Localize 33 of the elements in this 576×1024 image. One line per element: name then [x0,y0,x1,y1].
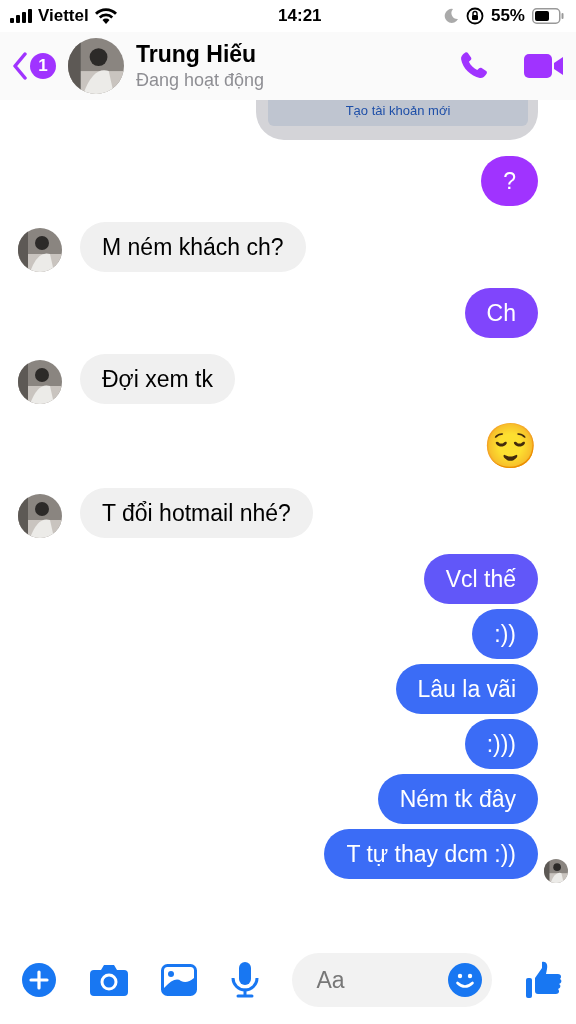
message-field[interactable]: Aa [292,953,493,1007]
emoji-message: 😌 [483,420,538,472]
received-message: T đổi hotmail nhé? [80,488,313,538]
back-icon[interactable] [12,52,28,80]
wifi-icon [94,8,117,24]
sent-message: Vcl thế [423,554,538,604]
create-account-button[interactable]: Tạo tài khoản mới [268,100,528,126]
unread-badge: 1 [30,53,56,79]
sent-message: T tự thay dcm :)) [324,829,538,879]
smiley-icon[interactable] [448,963,483,997]
thumbs-up-icon[interactable] [525,961,562,999]
plus-icon[interactable] [22,963,56,997]
carrier-label: Viettel [38,6,89,26]
video-camera-icon[interactable] [524,52,564,80]
sent-message: Ch [464,288,538,338]
sent-message: :)) [472,609,538,659]
rotation-lock-icon [465,7,484,25]
image-icon[interactable] [161,964,198,996]
received-message: M ném khách ch? [80,222,306,272]
sent-message: ? [481,156,538,206]
sent-message: Lâu la vãi [395,664,538,714]
signal-icon [10,9,32,23]
clock: 14:21 [278,6,322,26]
sent-message: :))) [464,719,538,769]
sent-message: Ném tk đây [377,774,538,824]
microphone-icon[interactable] [230,962,259,998]
received-message: Đợi xem tk [80,354,235,404]
battery-percentage: 55% [490,6,525,26]
battery-icon [532,8,564,24]
moon-icon [442,8,459,24]
contact-name: Trung Hiếu [136,41,258,68]
camera-icon[interactable] [89,964,128,996]
active-status: Đang hoạt động [136,70,266,91]
